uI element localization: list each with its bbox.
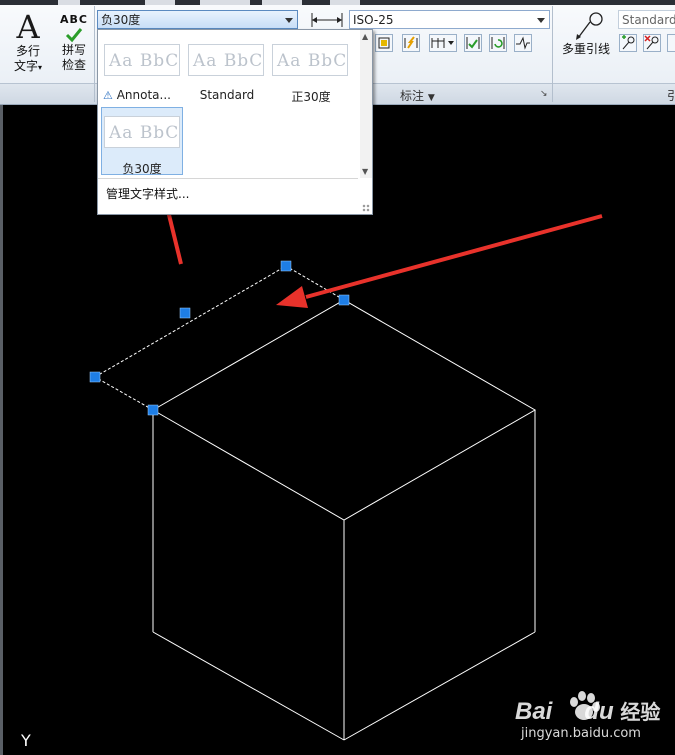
leader-style-combo[interactable]: Standard [618, 10, 675, 29]
text-style-label: Standard [199, 88, 255, 102]
text-style-thumbnail: Aa BbCc [104, 116, 180, 148]
text-style-dropdown: Aa BbCc ⚠ Annota... Aa BbCc Standard Aa … [97, 29, 373, 215]
scroll-down-icon[interactable]: ▼ [362, 167, 368, 176]
resize-grip-icon[interactable] [362, 204, 370, 212]
text-style-tile[interactable]: Aa BbCc 正30度 [269, 36, 349, 104]
leader-panel-title: 引 [667, 89, 675, 103]
ribbon-tab-strip [0, 0, 675, 5]
selected-dimension [94, 265, 345, 411]
text-style-thumbnail: Aa BbCc [272, 44, 348, 76]
text-style-tile[interactable]: Aa BbCc ⚠ Annota... [101, 36, 181, 102]
leader-align-icon[interactable] [667, 34, 675, 52]
leader-remove-icon[interactable] [643, 34, 661, 52]
text-style-tile-selected[interactable]: Aa BbCc 负30度 [101, 107, 183, 176]
dimension-linear-icon[interactable] [310, 11, 344, 29]
manage-text-styles-link[interactable]: 管理文字样式... [106, 185, 189, 202]
dimension-continue-icon[interactable] [429, 34, 457, 52]
dropdown-divider [98, 178, 358, 179]
grip-handle [179, 307, 191, 319]
watermark-brand2: du [584, 698, 614, 725]
text-style-label: Annota... [116, 88, 171, 102]
dimension-update-icon[interactable] [489, 34, 507, 52]
multileader-icon [560, 10, 612, 42]
spell-check-button[interactable]: ABC 拼写 检查 [56, 12, 92, 73]
leader-style-combo-value: Standard [622, 13, 675, 27]
multileader-button[interactable]: 多重引线 [560, 10, 612, 57]
cube-wireframe [152, 299, 537, 741]
watermark-brand: Bai [515, 698, 553, 725]
text-A-icon: A [16, 8, 40, 46]
dimension-jog-icon[interactable] [514, 34, 532, 52]
panel-launcher-icon[interactable]: ↘ [540, 89, 548, 99]
annotative-icon: ⚠ [103, 89, 113, 102]
multiline-text-label-1: 多行 [15, 44, 40, 58]
dimension-adjust-space-icon[interactable] [464, 34, 482, 52]
grip-handle [89, 371, 101, 383]
dimension-style-combo[interactable]: ISO-25 [349, 10, 550, 29]
chevron-down-icon [285, 18, 293, 23]
spell-check-abc-icon: ABC [60, 13, 88, 26]
dimension-panel-title[interactable]: 标注 ▼ [400, 87, 435, 104]
text-style-tile[interactable]: Aa BbCc Standard [185, 36, 265, 102]
red-annotation-arrow [276, 214, 603, 308]
multiline-text-button[interactable]: A 多行 文字▾ [8, 10, 48, 75]
dropdown-caret-icon: ▾ [38, 63, 43, 72]
watermark-url: jingyan.baidu.com [521, 726, 641, 741]
leader-add-icon[interactable] [619, 34, 637, 52]
grip-handle [147, 404, 159, 416]
spell-check-label-2: 检查 [61, 58, 86, 72]
multileader-label: 多重引线 [561, 42, 610, 56]
text-style-combo-value: 负30度 [101, 13, 141, 27]
text-style-thumbnail: Aa BbCc [104, 44, 180, 76]
checkmark-icon [56, 27, 92, 43]
baidu-watermark: Bai du 经验 jingyan.baidu.com [515, 680, 665, 750]
panel-divider [94, 6, 95, 102]
canvas-left-edge [0, 105, 3, 755]
watermark-product: 经验 [620, 702, 661, 724]
grip-handle [280, 260, 292, 272]
panel-divider [552, 6, 553, 102]
grip-handle [338, 294, 350, 306]
text-style-combo[interactable]: 负30度 [97, 10, 298, 29]
dropdown-scrollbar[interactable]: ▲ ▼ [360, 30, 372, 178]
scroll-up-icon[interactable]: ▲ [362, 32, 368, 41]
dimension-break-icon[interactable] [402, 34, 420, 52]
dimension-quick-icon[interactable] [375, 34, 393, 52]
text-style-thumbnail: Aa BbCc [188, 44, 264, 76]
spell-check-label-1: 拼写 [61, 43, 86, 57]
text-style-label: 正30度 [291, 90, 331, 104]
ucs-y-axis-label: Y [21, 731, 31, 750]
text-style-label: 负30度 [122, 162, 162, 176]
chevron-down-icon [537, 18, 545, 23]
dropdown-caret-icon: ▼ [427, 93, 435, 103]
multiline-text-label-2: 文字 [13, 59, 38, 73]
dimension-style-combo-value: ISO-25 [353, 13, 394, 27]
